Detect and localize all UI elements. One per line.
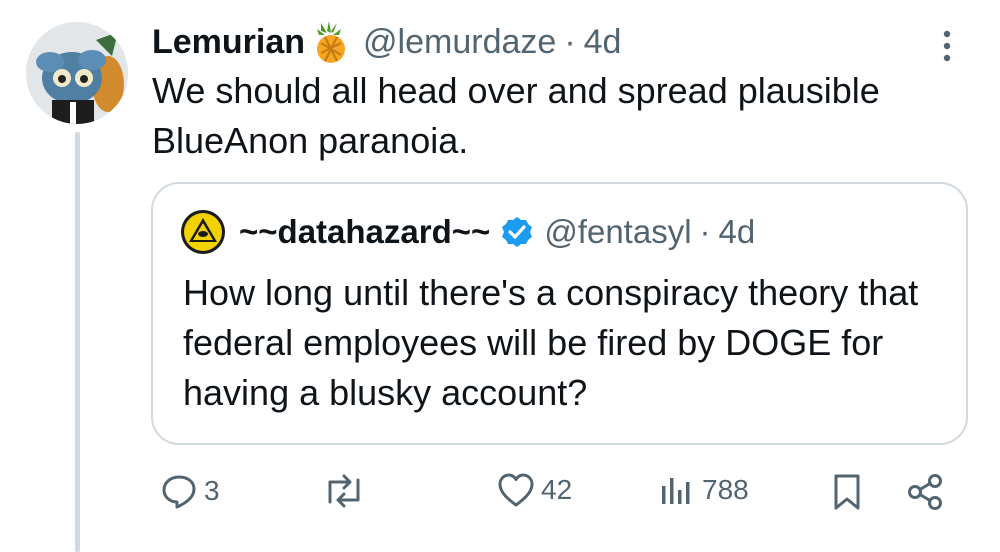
views-button[interactable]: 788 bbox=[658, 472, 749, 508]
like-button[interactable]: 42 bbox=[497, 472, 572, 508]
separator-dot: · bbox=[564, 22, 576, 61]
post-timestamp[interactable]: 4d bbox=[584, 23, 622, 62]
separator-dot: · bbox=[699, 213, 711, 250]
share-icon bbox=[908, 474, 942, 510]
author-avatar[interactable] bbox=[26, 22, 128, 124]
like-icon bbox=[498, 473, 534, 507]
quoted-post-card[interactable]: ~~datahazard~~ @fentasyl · 4d How long u… bbox=[151, 182, 968, 445]
pineapple-emoji-icon bbox=[307, 19, 353, 65]
quoted-author-avatar[interactable] bbox=[181, 210, 225, 254]
bookmark-button[interactable] bbox=[830, 472, 864, 512]
quoted-post-text: How long until there's a conspiracy theo… bbox=[183, 272, 919, 413]
reply-icon bbox=[162, 475, 196, 509]
like-count: 42 bbox=[541, 474, 573, 505]
verified-badge-icon bbox=[500, 215, 534, 249]
reply-count: 3 bbox=[204, 475, 220, 506]
author-handle[interactable]: @lemurdaze bbox=[363, 23, 556, 62]
author-name[interactable]: Lemurian bbox=[152, 23, 305, 62]
post-header: Lemurian @lemurdaze · 4d bbox=[152, 16, 621, 68]
repost-icon bbox=[328, 474, 360, 508]
bookmark-icon bbox=[834, 474, 860, 510]
more-options-icon[interactable] bbox=[935, 26, 959, 66]
views-icon bbox=[662, 478, 690, 504]
quoted-author-handle[interactable]: @fentasyl bbox=[544, 213, 691, 251]
quoted-post-header: ~~datahazard~~ @fentasyl · 4d bbox=[181, 210, 755, 254]
action-bar: 3 42 788 bbox=[0, 472, 1000, 520]
quoted-post-timestamp[interactable]: 4d bbox=[719, 213, 756, 251]
view-count: 788 bbox=[702, 474, 749, 505]
quoted-author-name[interactable]: ~~datahazard~~ bbox=[239, 213, 490, 251]
repost-button[interactable] bbox=[322, 472, 366, 510]
share-button[interactable] bbox=[905, 472, 945, 512]
reply-button[interactable]: 3 bbox=[160, 472, 220, 510]
post-text: We should all head over and spread plaus… bbox=[152, 70, 880, 161]
